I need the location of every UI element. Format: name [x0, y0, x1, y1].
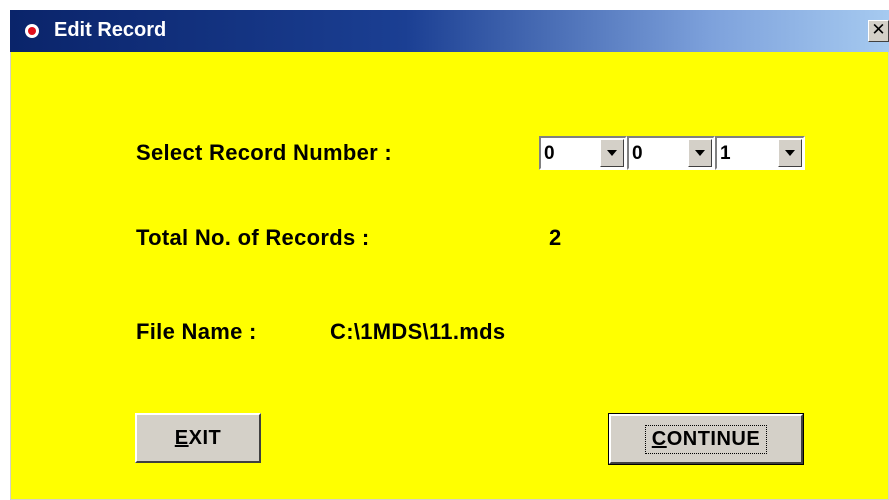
chevron-down-icon[interactable]: [778, 139, 802, 167]
record-digit-1-value: 0: [544, 143, 555, 164]
continue-button[interactable]: CONTINUE: [608, 413, 804, 465]
chevron-down-icon[interactable]: [600, 139, 624, 167]
select-record-label: Select Record Number :: [136, 140, 393, 165]
record-digit-3-select[interactable]: 1: [715, 136, 805, 170]
exit-button-label: EXIT: [174, 426, 222, 449]
record-digit-2-select[interactable]: 0: [627, 136, 715, 170]
chevron-down-icon[interactable]: [688, 139, 712, 167]
exit-button[interactable]: EXIT: [135, 413, 261, 463]
record-dot-icon: [25, 24, 39, 38]
dialog-body: Select Record Number : 0 0 1 Total No. o…: [11, 52, 888, 499]
total-records-label: Total No. of Records :: [136, 225, 370, 250]
title-bar[interactable]: Edit Record ✕: [10, 10, 889, 52]
close-icon: ✕: [871, 20, 886, 40]
file-name-label: File Name :: [136, 319, 257, 344]
continue-button-label: CONTINUE: [644, 424, 768, 454]
record-digit-2-value: 0: [632, 143, 643, 164]
file-name-value: C:\1MDS\11.mds: [330, 319, 506, 344]
record-digit-1-select[interactable]: 0: [539, 136, 627, 170]
edit-record-window: Edit Record ✕ Select Record Number : 0 0…: [10, 10, 889, 500]
total-records-value: 2: [549, 225, 562, 250]
close-button[interactable]: ✕: [868, 20, 889, 42]
record-digit-3-value: 1: [720, 143, 731, 164]
window-title: Edit Record: [54, 19, 167, 41]
